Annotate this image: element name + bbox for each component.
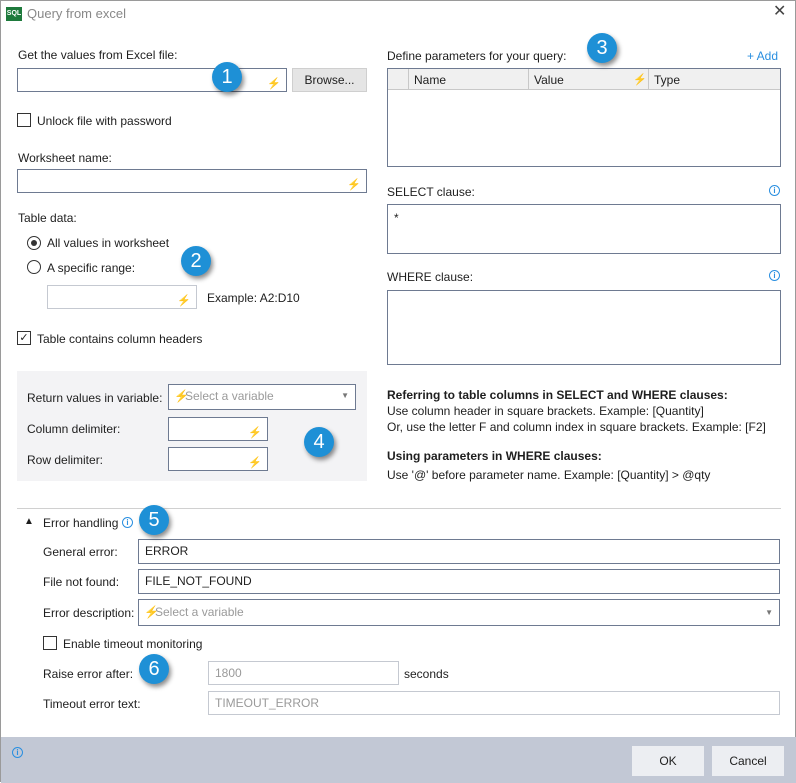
raise-error-label: Raise error after: bbox=[43, 667, 134, 681]
excel-file-input[interactable]: ⚡ bbox=[17, 68, 287, 92]
variable-icon[interactable]: ⚡ bbox=[347, 174, 361, 192]
general-error-value: ERROR bbox=[145, 544, 189, 558]
cancel-button[interactable]: Cancel bbox=[712, 746, 784, 776]
variable-icon[interactable]: ⚡ bbox=[177, 290, 191, 308]
row-delim-input[interactable]: ⚡ bbox=[168, 447, 268, 471]
close-icon[interactable]: ✕ bbox=[773, 4, 786, 20]
help-text: Or, use the letter F and column index in… bbox=[387, 420, 766, 434]
variable-icon: ⚡ bbox=[174, 389, 189, 403]
raise-error-input[interactable]: 1800 bbox=[208, 661, 399, 685]
info-icon[interactable]: i bbox=[769, 185, 780, 196]
range-input[interactable]: ⚡ bbox=[47, 285, 197, 309]
error-description-placeholder: Select a variable bbox=[155, 605, 244, 619]
add-parameter-link[interactable]: + Add bbox=[747, 49, 778, 63]
range-example: Example: A2:D10 bbox=[207, 291, 300, 305]
help-heading-params: Using parameters in WHERE clauses: bbox=[387, 449, 602, 463]
timeout-label: Enable timeout monitoring bbox=[63, 637, 203, 651]
file-not-found-value: FILE_NOT_FOUND bbox=[145, 574, 252, 588]
params-label: Define parameters for your query: bbox=[387, 49, 567, 63]
select-clause-input[interactable]: * bbox=[387, 204, 781, 254]
timeout-text-label: Timeout error text: bbox=[43, 697, 141, 711]
chevron-down-icon: ▼ bbox=[341, 391, 349, 400]
worksheet-label: Worksheet name: bbox=[18, 151, 112, 165]
headers-checkbox[interactable]: ✓ bbox=[17, 331, 31, 345]
headers-label: Table contains column headers bbox=[37, 332, 203, 346]
window-title: Query from excel bbox=[27, 6, 126, 21]
error-handling-title[interactable]: Error handling bbox=[43, 516, 118, 530]
radio-all-values[interactable] bbox=[27, 236, 41, 250]
where-clause-input[interactable] bbox=[387, 290, 781, 365]
return-variable-select[interactable]: ⚡ Select a variable ▼ bbox=[168, 384, 356, 410]
timeout-checkbox[interactable] bbox=[43, 636, 57, 650]
raise-error-value: 1800 bbox=[215, 666, 242, 680]
general-error-label: General error: bbox=[43, 545, 118, 559]
timeout-text-input[interactable]: TIMEOUT_ERROR bbox=[208, 691, 780, 715]
col-delim-input[interactable]: ⚡ bbox=[168, 417, 268, 441]
info-icon[interactable]: i bbox=[12, 747, 23, 758]
return-placeholder: Select a variable bbox=[185, 389, 274, 403]
info-icon[interactable]: i bbox=[122, 517, 133, 528]
worksheet-input[interactable]: ⚡ bbox=[17, 169, 367, 193]
unlock-checkbox[interactable] bbox=[17, 113, 31, 127]
excel-file-label: Get the values from Excel file: bbox=[18, 48, 178, 62]
callout-badge-5: 5 bbox=[139, 505, 169, 535]
callout-badge-1: 1 bbox=[212, 62, 242, 92]
help-heading-columns: Referring to table columns in SELECT and… bbox=[387, 388, 728, 402]
callout-badge-6: 6 bbox=[139, 654, 169, 684]
variable-icon: ⚡ bbox=[633, 74, 647, 86]
error-description-label: Error description: bbox=[43, 606, 135, 620]
variable-icon: ⚡ bbox=[144, 605, 159, 619]
error-description-select[interactable]: ⚡ Select a variable ▼ bbox=[138, 599, 780, 626]
column-name[interactable]: Name bbox=[414, 73, 446, 87]
ok-button[interactable]: OK bbox=[632, 746, 704, 776]
seconds-label: seconds bbox=[404, 667, 449, 681]
divider bbox=[17, 508, 781, 509]
timeout-text-value: TIMEOUT_ERROR bbox=[215, 696, 320, 710]
callout-badge-4: 4 bbox=[304, 427, 334, 457]
column-type[interactable]: Type bbox=[654, 73, 680, 87]
browse-button[interactable]: Browse... bbox=[292, 68, 367, 92]
help-text: Use '@' before parameter name. Example: … bbox=[387, 468, 711, 482]
variable-icon[interactable]: ⚡ bbox=[248, 422, 262, 440]
general-error-input[interactable]: ERROR bbox=[138, 539, 780, 564]
col-delim-label: Column delimiter: bbox=[27, 422, 121, 436]
help-text: Use column header in square brackets. Ex… bbox=[387, 404, 704, 418]
select-clause-label: SELECT clause: bbox=[387, 185, 475, 199]
where-clause-label: WHERE clause: bbox=[387, 270, 474, 284]
radio-specific-range[interactable] bbox=[27, 260, 41, 274]
file-not-found-input[interactable]: FILE_NOT_FOUND bbox=[138, 569, 780, 594]
radio-all-label: All values in worksheet bbox=[47, 236, 170, 250]
table-header bbox=[388, 69, 780, 90]
unlock-label: Unlock file with password bbox=[37, 114, 172, 128]
info-icon[interactable]: i bbox=[769, 270, 780, 281]
callout-badge-2: 2 bbox=[181, 246, 211, 276]
parameters-table: Name Value ⚡ Type bbox=[387, 68, 781, 167]
app-icon: SQL bbox=[6, 7, 22, 21]
collapse-caret-icon[interactable]: ▲ bbox=[24, 515, 34, 529]
select-clause-value: * bbox=[394, 211, 399, 225]
file-not-found-label: File not found: bbox=[43, 575, 120, 589]
column-value[interactable]: Value bbox=[534, 73, 564, 87]
variable-icon[interactable]: ⚡ bbox=[248, 452, 262, 470]
row-delim-label: Row delimiter: bbox=[27, 453, 104, 467]
callout-badge-3: 3 bbox=[587, 33, 617, 63]
radio-range-label: A specific range: bbox=[47, 261, 136, 275]
variable-icon[interactable]: ⚡ bbox=[267, 73, 281, 91]
chevron-down-icon: ▼ bbox=[765, 608, 773, 617]
return-label: Return values in variable: bbox=[27, 391, 163, 405]
table-data-label: Table data: bbox=[18, 211, 77, 225]
